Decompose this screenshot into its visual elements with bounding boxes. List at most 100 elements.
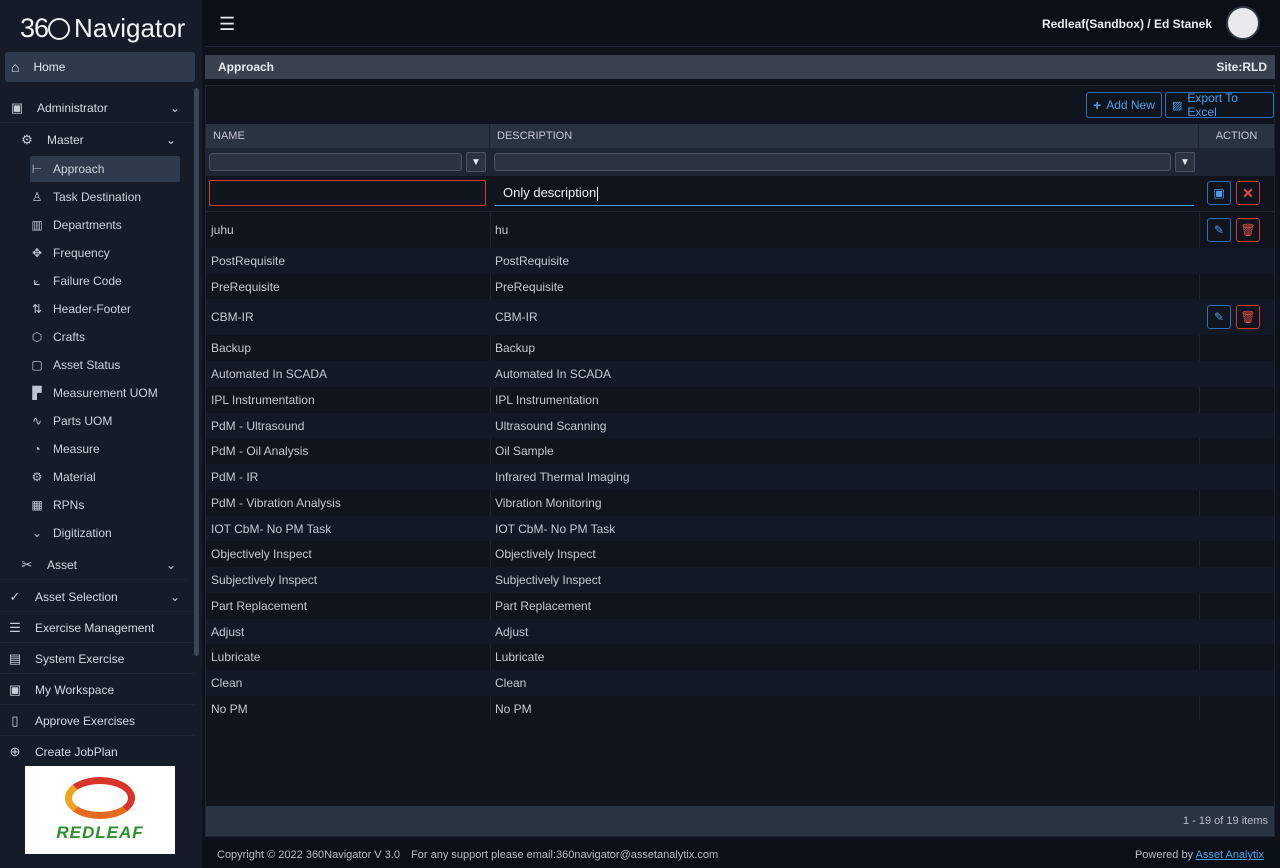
ruler-icon: ▛ — [32, 386, 42, 400]
sidebar-item-label: My Workspace — [35, 682, 115, 697]
breadcrumb: Approach Site:RLD — [205, 55, 1275, 79]
description-filter-input[interactable] — [494, 153, 1171, 171]
export-excel-button[interactable]: ▨ Export To Excel — [1165, 91, 1274, 119]
sidebar-item-rpns[interactable]: ▦ RPNs — [30, 492, 180, 518]
table-row[interactable]: Backup Backup — [206, 335, 1274, 361]
pulse-icon: ∿ — [31, 414, 43, 428]
sidebar-item-material[interactable]: ⚙ Material — [30, 464, 180, 490]
asset-analytix-link[interactable]: Asset Analytix — [1196, 849, 1264, 861]
table-row[interactable]: Lubricate Lubricate — [206, 644, 1274, 670]
sidebar-item-task-destination[interactable]: ♙ Task Destination — [30, 184, 180, 210]
column-header-name[interactable]: NAME — [206, 124, 490, 148]
footer-right: Powered by Asset Analytix — [1135, 849, 1264, 861]
table-row[interactable]: Subjectively Inspect Subjectively Inspec… — [206, 567, 1274, 593]
sidebar-item-header-footer[interactable]: ⇅ Header-Footer — [30, 296, 180, 322]
sidebar-scrollbar[interactable] — [194, 88, 199, 656]
delete-button[interactable]: 🗑 — [1236, 218, 1260, 242]
cell-description: Ultrasound Scanning — [495, 419, 607, 433]
edit-button[interactable]: ✎ — [1207, 218, 1231, 242]
sidebar-item-measure[interactable]: ◔ Measure — [30, 436, 180, 462]
table-row[interactable]: PreRequisite PreRequisite — [206, 274, 1274, 299]
sidebar-item-label: Task Destination — [53, 190, 142, 204]
sidebar-item-frequency[interactable]: ✥ Frequency — [30, 240, 180, 266]
sidebar-item-failure-code[interactable]: ⟀ Failure Code — [30, 268, 180, 294]
cancel-button[interactable]: ✕ — [1236, 181, 1260, 205]
sidebar-item-my-workspace[interactable]: ▣ My Workspace — [0, 675, 194, 705]
sidebar-item-asset-status[interactable]: ▢ Asset Status — [30, 352, 180, 378]
table-row[interactable]: juhu hu ✎ 🗑 — [206, 212, 1274, 248]
edit-button[interactable]: ✎ — [1207, 305, 1231, 329]
avatar[interactable] — [1226, 6, 1260, 40]
sidebar-item-exercise-management[interactable]: ☰ Exercise Management — [0, 613, 194, 643]
sidebar-item-crafts[interactable]: ⬡ Crafts — [30, 324, 180, 350]
filter-icon[interactable]: ▼ — [1175, 152, 1195, 172]
cell-name: Adjust — [211, 625, 245, 639]
table-row[interactable]: IPL Instrumentation IPL Instrumentation — [206, 387, 1274, 413]
filter-icon[interactable]: ▼ — [466, 152, 486, 172]
logo-globe-icon — [48, 18, 71, 40]
footer-left: Copyright © 2022 360Navigator V 3.0 For … — [217, 849, 718, 861]
sidebar-item-digitization[interactable]: ⌄ Digitization — [30, 520, 180, 546]
cell-name: juhu — [211, 223, 234, 237]
brand-text: REDLEAF — [56, 823, 144, 842]
table-row[interactable]: PdM - Ultrasound Ultrasound Scanning — [206, 413, 1274, 438]
add-new-button[interactable]: + Add New — [1086, 92, 1162, 118]
cell-description: Oil Sample — [495, 444, 554, 458]
sidebar-item-create-jobplan[interactable]: ⊕ Create JobPlan — [0, 737, 194, 767]
table-row[interactable]: IOT CbM- No PM Task IOT CbM- No PM Task — [206, 516, 1274, 541]
sidebar-item-master[interactable]: ⚙ Master ⌄ — [0, 125, 186, 155]
sidebar-item-label: Approve Exercises — [35, 713, 136, 728]
name-edit-input[interactable] — [209, 180, 486, 206]
monitor-user-icon: ▣ — [10, 99, 24, 115]
sidebar-item-approve-exercises[interactable]: ▯ Approve Exercises — [0, 706, 194, 736]
name-filter-input[interactable] — [209, 153, 462, 171]
cell-description: IOT CbM- No PM Task — [495, 522, 616, 536]
table-row[interactable]: PdM - IR Infrared Thermal Imaging — [206, 464, 1274, 490]
table-row[interactable]: Automated In SCADA Automated In SCADA — [206, 361, 1274, 387]
save-button[interactable]: ▣ — [1207, 181, 1231, 205]
brand-logo: REDLEAF — [25, 766, 175, 854]
sidebar-item-label: Failure Code — [53, 274, 122, 288]
column-header-action: ACTION — [1215, 130, 1258, 142]
sidebar-item-system-exercise[interactable]: ▤ System Exercise — [0, 644, 194, 674]
delete-button[interactable]: 🗑 — [1236, 305, 1260, 329]
cell-description: No PM — [495, 702, 532, 716]
sidebar-item-label: System Exercise — [35, 651, 125, 666]
column-header-description[interactable]: DESCRIPTION — [490, 124, 1199, 148]
chevron-down-icon: ⌄ — [169, 589, 180, 604]
table-row[interactable]: Part Replacement Part Replacement — [206, 593, 1274, 619]
sidebar-item-label: Frequency — [53, 246, 110, 260]
table-row[interactable]: CBM-IR CBM-IR ✎ 🗑 — [206, 299, 1274, 335]
sidebar-item-home[interactable]: ⌂ Home — [5, 52, 195, 82]
export-label: Export To Excel — [1187, 91, 1238, 119]
table-row[interactable]: No PM No PM — [206, 696, 1274, 721]
copyright-text: Copyright © 2022 360Navigator V 3.0 — [217, 849, 400, 861]
table-row[interactable]: Adjust Adjust — [206, 619, 1274, 644]
sidebar-item-asset-selection[interactable]: ✓ Asset Selection ⌄ — [0, 582, 194, 612]
sidebar-item-administrator[interactable]: ▣ Administrator ⌄ — [0, 93, 194, 123]
sidebar-item-parts-uom[interactable]: ∿ Parts UOM — [30, 408, 180, 434]
user-label[interactable]: Redleaf(Sandbox) / Ed Stanek — [1042, 17, 1212, 31]
hamburger-menu-icon[interactable]: ☰ — [219, 14, 235, 35]
cell-description: PreRequisite — [495, 280, 564, 294]
cell-description: Clean — [495, 676, 527, 690]
gear-icon: ⚙ — [31, 470, 43, 484]
page-title: Approach — [218, 60, 275, 74]
table-row[interactable]: Clean Clean — [206, 670, 1274, 696]
sidebar-item-departments[interactable]: ▥ Departments — [30, 212, 180, 238]
sidebar-item-approach[interactable]: ⊢ Approach — [30, 156, 180, 182]
sidebar-item-measurement-uom[interactable]: ▛ Measurement UOM — [30, 380, 180, 406]
table-row[interactable]: Objectively Inspect Objectively Inspect — [206, 541, 1274, 567]
cell-name: PdM - IR — [211, 470, 259, 484]
sidebar-item-asset[interactable]: ✂ Asset ⌄ — [0, 550, 186, 580]
table-row[interactable]: PdM - Oil Analysis Oil Sample — [206, 438, 1274, 464]
cell-name: CBM-IR — [211, 310, 254, 324]
table-row[interactable]: PdM - Vibration Analysis Vibration Monit… — [206, 490, 1274, 516]
gear-icon: ⚙ — [21, 132, 33, 147]
table-row[interactable]: PostRequisite PostRequisite — [206, 248, 1274, 274]
cell-name: No PM — [211, 702, 248, 716]
description-edit-input[interactable]: Only description — [495, 184, 1194, 206]
cell-description: hu — [495, 223, 509, 237]
cell-description: Part Replacement — [495, 599, 592, 613]
cell-description: IPL Instrumentation — [495, 393, 599, 407]
